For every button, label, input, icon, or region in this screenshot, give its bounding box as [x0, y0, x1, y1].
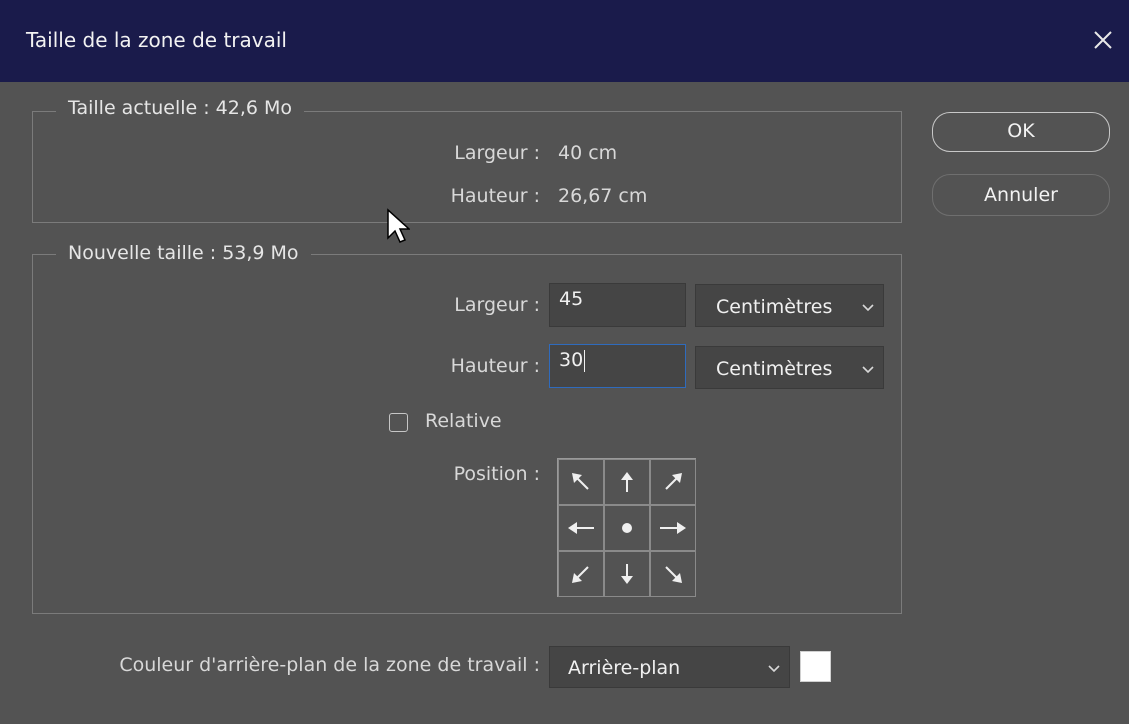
center-dot-icon [622, 523, 632, 533]
relative-checkbox[interactable] [389, 413, 408, 432]
new-height-value: 30 [559, 349, 584, 371]
new-height-label: Hauteur : [450, 355, 540, 377]
text-caret [584, 349, 586, 372]
mouse-cursor-icon [387, 208, 410, 243]
ok-button[interactable]: OK [932, 112, 1110, 152]
new-width-label: Largeur : [454, 294, 540, 316]
chevron-down-icon [862, 304, 874, 312]
new-width-input[interactable]: 45 [549, 283, 686, 327]
arrow-down-left-icon [572, 566, 589, 583]
current-height-label: Hauteur : [450, 185, 540, 207]
close-icon [1094, 31, 1112, 49]
background-color-select[interactable]: Arrière-plan [549, 646, 790, 688]
anchor-bottom-left[interactable] [558, 551, 604, 597]
arrow-right-icon [660, 522, 686, 534]
anchor-left[interactable] [558, 505, 604, 551]
dialog-title: Taille de la zone de travail [26, 28, 287, 52]
arrow-down-icon [621, 564, 633, 584]
anchor-position-grid [557, 458, 696, 597]
background-color-swatch[interactable] [800, 651, 831, 682]
new-width-value: 45 [559, 288, 584, 310]
current-size-legend: Taille actuelle : 42,6 Mo [56, 97, 305, 119]
arrow-down-right-icon [665, 566, 682, 583]
new-height-unit-value: Centimètres [716, 358, 833, 380]
anchor-top-left[interactable] [558, 459, 604, 505]
current-width-label: Largeur : [454, 142, 540, 164]
background-color-label: Couleur d'arrière-plan de la zone de tra… [119, 654, 540, 676]
cancel-button[interactable]: Annuler [932, 174, 1110, 216]
current-width-value: 40 cm [558, 142, 618, 164]
anchor-bottom-right[interactable] [650, 551, 696, 597]
anchor-top[interactable] [604, 459, 650, 505]
new-width-unit-select[interactable]: Centimètres [695, 284, 884, 327]
title-bar: Taille de la zone de travail [0, 0, 1129, 82]
background-color-value: Arrière-plan [568, 657, 681, 679]
arrow-up-icon [621, 472, 633, 492]
close-button[interactable] [1083, 20, 1123, 60]
chevron-down-icon [862, 366, 874, 374]
position-label: Position : [453, 463, 540, 485]
arrow-left-icon [568, 522, 594, 534]
new-size-legend: Nouvelle taille : 53,9 Mo [56, 242, 311, 264]
anchor-right[interactable] [650, 505, 696, 551]
anchor-center[interactable] [604, 505, 650, 551]
anchor-bottom[interactable] [604, 551, 650, 597]
anchor-top-right[interactable] [650, 459, 696, 505]
arrow-up-left-icon [572, 473, 589, 490]
arrow-up-right-icon [665, 473, 682, 490]
current-height-value: 26,67 cm [558, 185, 648, 207]
new-height-input[interactable]: 30 [549, 344, 686, 388]
new-height-unit-select[interactable]: Centimètres [695, 346, 884, 389]
relative-label[interactable]: Relative [425, 410, 502, 432]
chevron-down-icon [768, 665, 780, 673]
new-width-unit-value: Centimètres [716, 296, 833, 318]
